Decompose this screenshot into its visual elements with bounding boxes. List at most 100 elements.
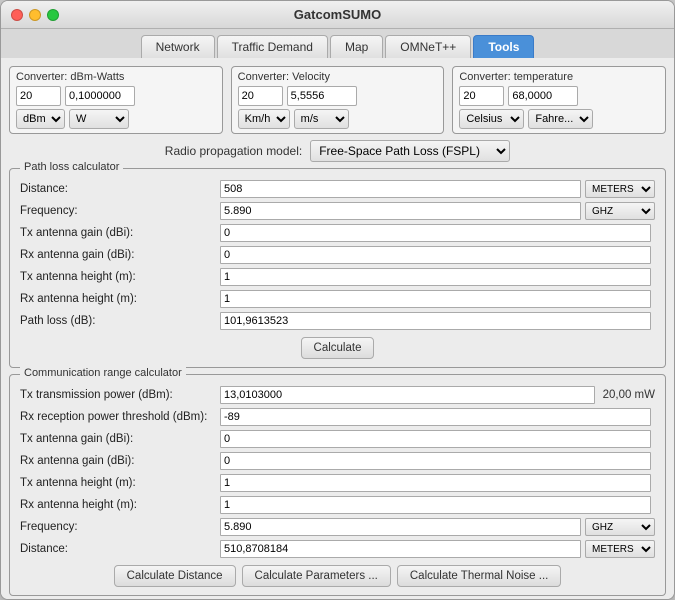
converter-temp-inputs bbox=[459, 86, 659, 106]
pl-distance-input[interactable] bbox=[220, 180, 581, 198]
cr-rx-threshold-input[interactable] bbox=[220, 408, 651, 426]
cr-rx-height-input[interactable] bbox=[220, 496, 651, 514]
calculate-distance-button[interactable]: Calculate Distance bbox=[114, 565, 236, 587]
cr-tx-height-row: Tx antenna height (m): bbox=[20, 473, 655, 493]
titlebar: GatcomSUMO bbox=[1, 1, 674, 29]
path-loss-tx-gain-row: Tx antenna gain (dBi): bbox=[20, 223, 655, 243]
radio-prop-select[interactable]: Free-Space Path Loss (FSPL) bbox=[310, 140, 510, 162]
calculate-pathloss-button[interactable]: Calculate bbox=[301, 337, 375, 359]
pl-rx-height-input[interactable] bbox=[220, 290, 651, 308]
cr-frequency-row: Frequency: GHZ bbox=[20, 517, 655, 537]
cr-tx-power-extra: 20,00 mW bbox=[603, 389, 655, 401]
dbm-value1-input[interactable] bbox=[16, 86, 61, 106]
pl-distance-label: Distance: bbox=[20, 183, 220, 195]
cr-tx-power-input[interactable] bbox=[220, 386, 595, 404]
cr-distance-input[interactable] bbox=[220, 540, 581, 558]
comm-range-section: Communication range calculator Tx transm… bbox=[9, 374, 666, 596]
cr-rx-threshold-row: Rx reception power threshold (dBm): bbox=[20, 407, 655, 427]
maximize-button[interactable] bbox=[47, 9, 59, 21]
close-button[interactable] bbox=[11, 9, 23, 21]
path-loss-btn-row: Calculate bbox=[20, 337, 655, 359]
cr-frequency-unit-select[interactable]: GHZ bbox=[585, 518, 655, 536]
pl-tx-height-input[interactable] bbox=[220, 268, 651, 286]
cr-distance-unit-select[interactable]: METERS bbox=[585, 540, 655, 558]
converter-temperature: Converter: temperature Celsius Fahre... bbox=[452, 66, 666, 134]
converter-temp-units: Celsius Fahre... bbox=[459, 109, 659, 129]
path-loss-frequency-row: Frequency: GHZ bbox=[20, 201, 655, 221]
cr-frequency-label: Frequency: bbox=[20, 521, 220, 533]
tab-omnet[interactable]: OMNeT++ bbox=[385, 35, 471, 58]
pl-rx-height-label: Rx antenna height (m): bbox=[20, 293, 220, 305]
cr-distance-row: Distance: METERS bbox=[20, 539, 655, 559]
path-loss-title: Path loss calculator bbox=[20, 161, 123, 173]
cr-rx-gain-input[interactable] bbox=[220, 452, 651, 470]
radio-propagation-row: Radio propagation model: Free-Space Path… bbox=[9, 140, 666, 162]
vel-value2-input[interactable] bbox=[287, 86, 357, 106]
traffic-lights bbox=[11, 9, 59, 21]
temp-unit1-select[interactable]: Celsius bbox=[459, 109, 524, 129]
tab-network[interactable]: Network bbox=[141, 35, 215, 58]
main-window: GatcomSUMO Network Traffic Demand Map OM… bbox=[0, 0, 675, 600]
cr-rx-threshold-label: Rx reception power threshold (dBm): bbox=[20, 411, 220, 423]
pl-frequency-label: Frequency: bbox=[20, 205, 220, 217]
cr-frequency-input[interactable] bbox=[220, 518, 581, 536]
pl-frequency-unit-select[interactable]: GHZ bbox=[585, 202, 655, 220]
converter-dbm-inputs bbox=[16, 86, 216, 106]
pl-result-label: Path loss (dB): bbox=[20, 315, 220, 327]
pl-frequency-units: GHZ bbox=[585, 202, 655, 220]
path-loss-result-row: Path loss (dB): bbox=[20, 311, 655, 331]
pl-tx-gain-input[interactable] bbox=[220, 224, 651, 242]
vel-value1-input[interactable] bbox=[238, 86, 283, 106]
converter-dbm-units: dBm W bbox=[16, 109, 216, 129]
vel-unit1-select[interactable]: Km/h bbox=[238, 109, 290, 129]
dbm-value2-input[interactable] bbox=[65, 86, 135, 106]
converter-dbm-watts: Converter: dBm-Watts dBm W bbox=[9, 66, 223, 134]
cr-tx-power-label: Tx transmission power (dBm): bbox=[20, 389, 220, 401]
comm-range-btn-row: Calculate Distance Calculate Parameters … bbox=[20, 565, 655, 587]
converter-velocity: Converter: Velocity Km/h m/s bbox=[231, 66, 445, 134]
pl-result-input[interactable] bbox=[220, 312, 651, 330]
temp-value2-input[interactable] bbox=[508, 86, 578, 106]
path-loss-rx-height-row: Rx antenna height (m): bbox=[20, 289, 655, 309]
temp-unit2-select[interactable]: Fahre... bbox=[528, 109, 593, 129]
tab-map[interactable]: Map bbox=[330, 35, 383, 58]
converter-vel-title: Converter: Velocity bbox=[238, 71, 438, 83]
pl-distance-units: METERS bbox=[585, 180, 655, 198]
calculate-parameters-button[interactable]: Calculate Parameters ... bbox=[242, 565, 391, 587]
comm-range-fields: Tx transmission power (dBm): 20,00 mW Rx… bbox=[20, 385, 655, 559]
pl-rx-gain-label: Rx antenna gain (dBi): bbox=[20, 249, 220, 261]
pl-frequency-input[interactable] bbox=[220, 202, 581, 220]
cr-frequency-units: GHZ bbox=[585, 518, 655, 536]
dbm-unit2-select[interactable]: W bbox=[69, 109, 129, 129]
path-loss-rx-gain-row: Rx antenna gain (dBi): bbox=[20, 245, 655, 265]
tab-tools[interactable]: Tools bbox=[473, 35, 534, 58]
cr-rx-height-row: Rx antenna height (m): bbox=[20, 495, 655, 515]
converter-dbm-title: Converter: dBm-Watts bbox=[16, 71, 216, 83]
converter-row: Converter: dBm-Watts dBm W Converter: Ve… bbox=[9, 66, 666, 134]
window-title: GatcomSUMO bbox=[294, 7, 381, 22]
minimize-button[interactable] bbox=[29, 9, 41, 21]
cr-tx-height-label: Tx antenna height (m): bbox=[20, 477, 220, 489]
cr-tx-gain-row: Tx antenna gain (dBi): bbox=[20, 429, 655, 449]
pl-tx-height-label: Tx antenna height (m): bbox=[20, 271, 220, 283]
calculate-thermal-noise-button[interactable]: Calculate Thermal Noise ... bbox=[397, 565, 561, 587]
path-loss-section: Path loss calculator Distance: METERS Fr… bbox=[9, 168, 666, 368]
temp-value1-input[interactable] bbox=[459, 86, 504, 106]
radio-prop-label: Radio propagation model: bbox=[165, 144, 302, 158]
pl-distance-unit-select[interactable]: METERS bbox=[585, 180, 655, 198]
cr-distance-label: Distance: bbox=[20, 543, 220, 555]
cr-rx-gain-row: Rx antenna gain (dBi): bbox=[20, 451, 655, 471]
converter-temp-title: Converter: temperature bbox=[459, 71, 659, 83]
vel-unit2-select[interactable]: m/s bbox=[294, 109, 349, 129]
tab-traffic-demand[interactable]: Traffic Demand bbox=[217, 35, 328, 58]
dbm-unit1-select[interactable]: dBm bbox=[16, 109, 65, 129]
cr-tx-gain-input[interactable] bbox=[220, 430, 651, 448]
cr-tx-power-row: Tx transmission power (dBm): 20,00 mW bbox=[20, 385, 655, 405]
cr-rx-gain-label: Rx antenna gain (dBi): bbox=[20, 455, 220, 467]
pl-tx-gain-label: Tx antenna gain (dBi): bbox=[20, 227, 220, 239]
pl-rx-gain-input[interactable] bbox=[220, 246, 651, 264]
tabbar: Network Traffic Demand Map OMNeT++ Tools bbox=[1, 29, 674, 58]
converter-vel-inputs bbox=[238, 86, 438, 106]
cr-tx-height-input[interactable] bbox=[220, 474, 651, 492]
cr-distance-units: METERS bbox=[585, 540, 655, 558]
